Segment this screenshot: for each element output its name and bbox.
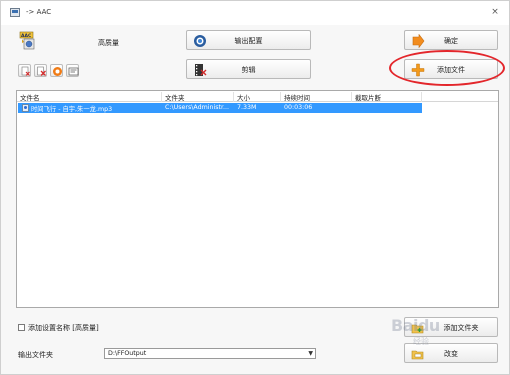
row-duration: 00:03:06 xyxy=(284,104,313,111)
edit-label: 剪辑 xyxy=(241,66,256,74)
column-folder[interactable]: 文件夹 xyxy=(162,92,234,102)
output-config-button[interactable]: 输出配置 xyxy=(186,30,311,50)
row-folder: C:\Users\Administr... xyxy=(165,104,229,111)
output-folder-label: 输出文件夹 xyxy=(18,351,53,359)
column-clip[interactable]: 截取片断 xyxy=(352,92,422,102)
add-file-button[interactable]: 添加文件 xyxy=(404,59,498,79)
column-duration[interactable]: 持续时间 xyxy=(281,92,352,102)
add-file-label: 添加文件 xyxy=(437,66,465,74)
output-folder-value: D:\FFOutput xyxy=(108,350,147,357)
svg-text:AAC: AAC xyxy=(21,33,32,39)
change-label: 改变 xyxy=(444,350,458,358)
output-config-label: 输出配置 xyxy=(234,37,263,45)
app-window: -> AAC × AAC 高质量 输出配置 确定 剪辑 添加文件 文件名 文件夹… xyxy=(0,0,510,375)
quality-label: 高质量 xyxy=(98,39,119,47)
add-setting-name-checkbox[interactable] xyxy=(18,324,25,331)
app-icon xyxy=(10,8,20,17)
clear-list-icon[interactable] xyxy=(34,64,47,77)
remove-file-icon[interactable] xyxy=(18,64,31,77)
ok-button[interactable]: 确定 xyxy=(404,30,498,50)
ok-label: 确定 xyxy=(444,37,458,45)
table-row[interactable]: 时间飞行 - 自宇,朱一龙.mp3 C:\Users\Administr... … xyxy=(18,103,422,113)
add-folder-label: 添加文件夹 xyxy=(443,324,479,332)
window-title: -> AAC xyxy=(26,8,52,16)
aac-format-icon: AAC xyxy=(18,30,38,50)
media-info-icon[interactable] xyxy=(66,64,79,77)
audio-file-icon xyxy=(22,104,29,112)
output-folder-select[interactable]: D:\FFOutput ▼ xyxy=(104,348,316,359)
add-setting-name-label: 添加设置名称 [高质量] xyxy=(28,324,99,332)
row-size: 7.33M xyxy=(237,104,257,111)
folder-add-icon xyxy=(411,321,425,335)
title-bar: -> AAC × xyxy=(1,1,509,25)
chevron-down-icon: ▼ xyxy=(308,350,313,357)
add-folder-button[interactable]: 添加文件夹 xyxy=(404,317,498,337)
change-button[interactable]: 改变 xyxy=(404,343,498,363)
file-list[interactable]: 文件名 文件夹 大小 持续时间 截取片断 时间飞行 - 自宇,朱一龙.mp3 C… xyxy=(16,90,499,308)
list-header: 文件名 文件夹 大小 持续时间 截取片断 xyxy=(17,91,498,102)
play-icon[interactable] xyxy=(50,64,63,77)
edit-button[interactable]: 剪辑 xyxy=(186,59,311,79)
column-size[interactable]: 大小 xyxy=(234,92,281,102)
column-filename[interactable]: 文件名 xyxy=(17,92,162,102)
row-filename: 时间飞行 - 自宇,朱一龙.mp3 xyxy=(31,106,113,113)
close-icon[interactable]: × xyxy=(489,6,501,18)
